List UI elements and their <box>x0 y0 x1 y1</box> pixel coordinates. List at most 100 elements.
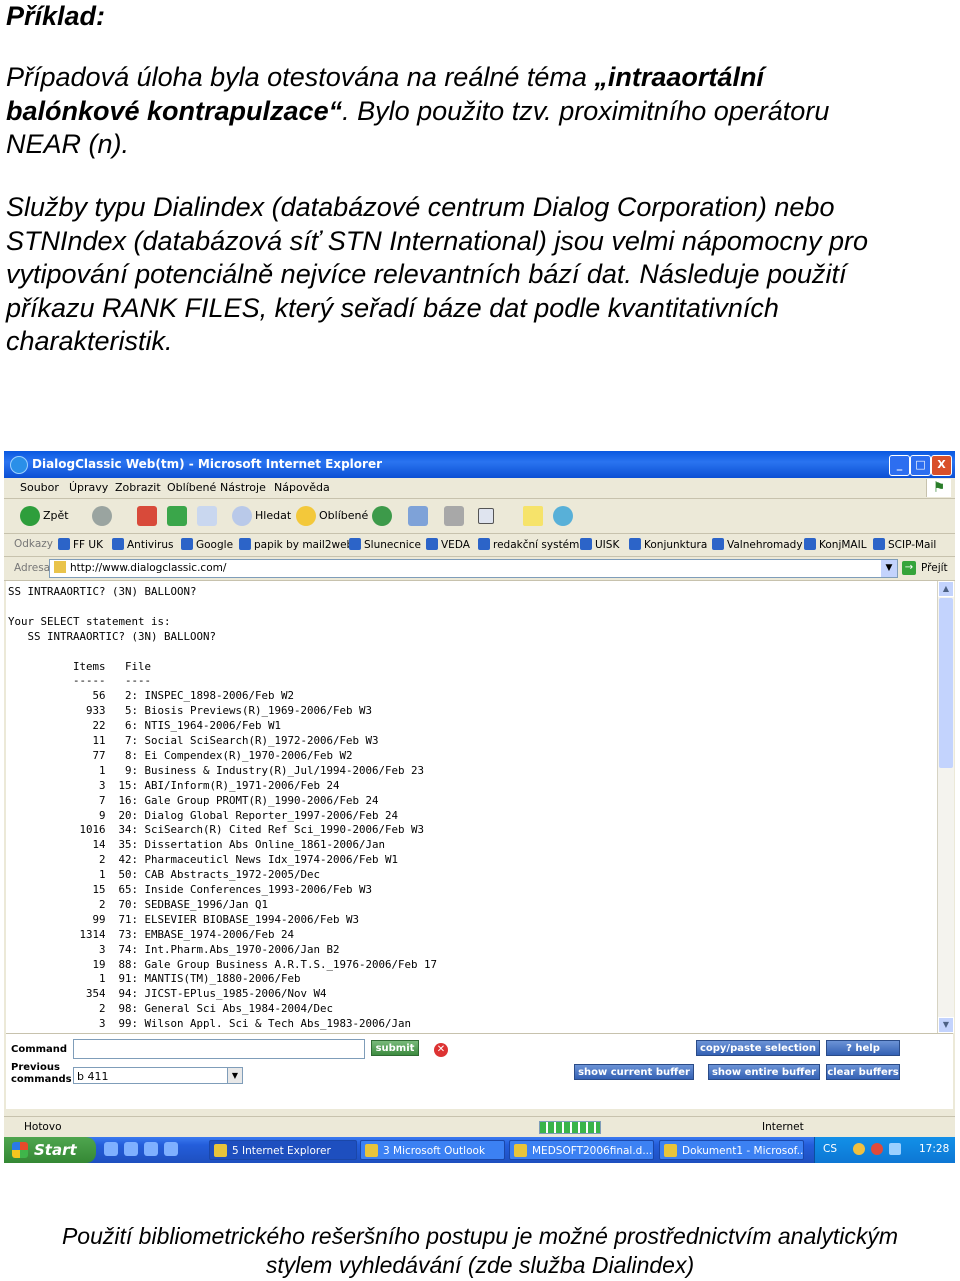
link-veda[interactable]: VEDA <box>426 538 470 551</box>
menu-soubor[interactable]: Soubor <box>20 481 59 494</box>
link-icon <box>239 538 251 550</box>
tray-icon[interactable] <box>871 1143 883 1155</box>
search-button[interactable]: Hledat <box>232 505 291 527</box>
go-button[interactable]: Přejít <box>921 562 948 574</box>
star-icon <box>296 506 316 526</box>
vertical-scrollbar[interactable]: ▲ ▼ <box>937 581 954 1033</box>
link-icon <box>58 538 70 550</box>
terminal-line: 1314 73: EMBASE_1974-2006/Feb 24 <box>8 927 295 941</box>
link-papik[interactable]: papik by mail2web <box>239 538 353 551</box>
paragraph-line: NEAR (n). <box>6 128 951 162</box>
terminal-line: SS INTRAAORTIC? (3N) BALLOON? <box>8 585 197 598</box>
menu-upravy[interactable]: Úpravy <box>69 481 108 494</box>
home-button[interactable] <box>197 505 220 527</box>
link-konjunktura[interactable]: Konjunktura <box>629 538 707 551</box>
tray-icon[interactable] <box>889 1143 901 1155</box>
quicklaunch-mail-icon[interactable] <box>144 1142 158 1156</box>
back-label: Zpět <box>43 509 69 522</box>
word-task-icon <box>514 1144 527 1157</box>
text-segment: NEAR (n). <box>6 129 130 159</box>
address-dropdown-icon[interactable]: ▼ <box>881 560 897 577</box>
go-arrow-icon[interactable]: → <box>902 561 916 575</box>
start-button[interactable]: Start <box>4 1137 96 1163</box>
notes-button[interactable] <box>523 505 546 527</box>
link-label: papik by mail2web <box>254 539 354 551</box>
task-medsoft-document[interactable]: MEDSOFT2006final.d... <box>509 1140 654 1160</box>
back-button[interactable]: Zpět <box>20 505 69 527</box>
caption-line: stylem vyhledávání (zde služba Dialindex… <box>265 1252 695 1278</box>
command-label: Command <box>11 1044 68 1055</box>
link-label: UISK <box>595 539 620 551</box>
browser-screenshot: DialogClassic Web(tm) - Microsoft Intern… <box>4 451 955 1163</box>
outlook-task-icon <box>365 1144 378 1157</box>
quicklaunch-desktop-icon[interactable] <box>104 1142 118 1156</box>
maximize-button[interactable]: □ <box>910 455 931 476</box>
windows-flag-icon: ⚑ <box>926 479 951 497</box>
menu-oblibene[interactable]: Oblíbené <box>167 481 216 494</box>
scroll-thumb[interactable] <box>939 598 953 768</box>
show-current-buffer-button[interactable]: show current buffer <box>574 1064 694 1080</box>
previous-commands-value: b 411 <box>77 1070 109 1083</box>
note-icon <box>523 506 543 526</box>
show-entire-buffer-button[interactable]: show entire buffer <box>708 1064 820 1080</box>
previous-commands-select[interactable]: b 411 ▼ <box>73 1067 243 1084</box>
link-label: Slunecnice <box>364 539 421 551</box>
word-task-icon <box>664 1144 677 1157</box>
link-icon <box>181 538 193 550</box>
forward-button[interactable] <box>92 505 115 527</box>
help-button[interactable]: ? help <box>826 1040 900 1056</box>
link-uisk[interactable]: UISK <box>580 538 619 551</box>
clear-buffers-button[interactable]: clear buffers <box>826 1064 900 1080</box>
clear-command-icon[interactable]: ✕ <box>434 1043 448 1057</box>
task-internet-explorer[interactable]: 5 Internet Explorer <box>209 1140 357 1160</box>
commands-label: commands <box>11 1074 72 1085</box>
link-icon <box>112 538 124 550</box>
terminal-line: 2 42: Pharmaceuticl News Idx_1974-2006/F… <box>8 853 399 867</box>
link-label: FF UK <box>73 539 103 551</box>
address-input[interactable]: http://www.dialogclassic.com/ ▼ <box>49 559 898 578</box>
paragraph-line: Služby typu Dialindex (databázové centru… <box>6 192 835 222</box>
link-ffuk[interactable]: FF UK <box>58 538 103 551</box>
menu-napoveda[interactable]: Nápověda <box>274 481 330 494</box>
link-slunecnice[interactable]: Slunecnice <box>349 538 421 551</box>
word-button[interactable] <box>478 505 497 527</box>
link-icon <box>712 538 724 550</box>
quicklaunch-ie-icon[interactable] <box>124 1142 138 1156</box>
terminal-line: 77 8: Ei Compendex(R)_1970-2006/Feb W2 <box>8 748 353 762</box>
print-button[interactable] <box>444 505 467 527</box>
menu-nastroje[interactable]: Nástroje <box>220 481 266 494</box>
menu-zobrazit[interactable]: Zobrazit <box>115 481 161 494</box>
minimize-button[interactable]: _ <box>889 455 910 476</box>
history-button[interactable] <box>372 505 395 527</box>
terminal-line: 3 99: Wilson Appl. Sci & Tech Abs_1983-2… <box>8 1017 412 1031</box>
stop-button[interactable] <box>137 505 160 527</box>
scroll-down-icon[interactable]: ▼ <box>938 1017 954 1033</box>
windows-logo-icon <box>12 1142 28 1158</box>
scroll-up-icon[interactable]: ▲ <box>938 581 954 597</box>
address-bar: Adresa http://www.dialogclassic.com/ ▼ →… <box>4 557 955 581</box>
task-outlook[interactable]: 3 Microsoft Outlook <box>360 1140 505 1160</box>
page-icon <box>54 561 66 573</box>
favorites-button[interactable]: Oblíbené <box>296 505 368 527</box>
mail-button[interactable] <box>408 505 431 527</box>
link-scipmail[interactable]: SCIP-Mail <box>873 538 936 551</box>
submit-button[interactable]: submit <box>371 1040 419 1056</box>
quicklaunch-media-icon[interactable] <box>164 1142 178 1156</box>
favorites-label: Oblíbené <box>319 509 369 522</box>
link-valnehromady[interactable]: Valnehromady <box>712 538 803 551</box>
link-google[interactable]: Google <box>181 538 233 551</box>
task-dokument1[interactable]: Dokument1 - Microsof... <box>659 1140 804 1160</box>
copy-paste-button[interactable]: copy/paste selection <box>696 1040 820 1056</box>
link-konjmail[interactable]: KonjMAIL <box>804 538 867 551</box>
terminal-output: SS INTRAAORTIC? (3N) BALLOON? Your SELECT… <box>6 581 937 1033</box>
chevron-down-icon[interactable]: ▼ <box>227 1068 242 1083</box>
link-antivirus[interactable]: Antivirus <box>112 538 173 551</box>
language-indicator[interactable]: CS <box>823 1143 837 1155</box>
command-input[interactable] <box>73 1039 365 1059</box>
refresh-button[interactable] <box>167 505 190 527</box>
link-redakcni[interactable]: redakční systém <box>478 538 579 551</box>
messenger-button[interactable] <box>553 505 576 527</box>
close-button[interactable]: X <box>931 455 952 476</box>
task-label: 5 Internet Explorer <box>232 1145 331 1157</box>
tray-icon[interactable] <box>853 1143 865 1155</box>
